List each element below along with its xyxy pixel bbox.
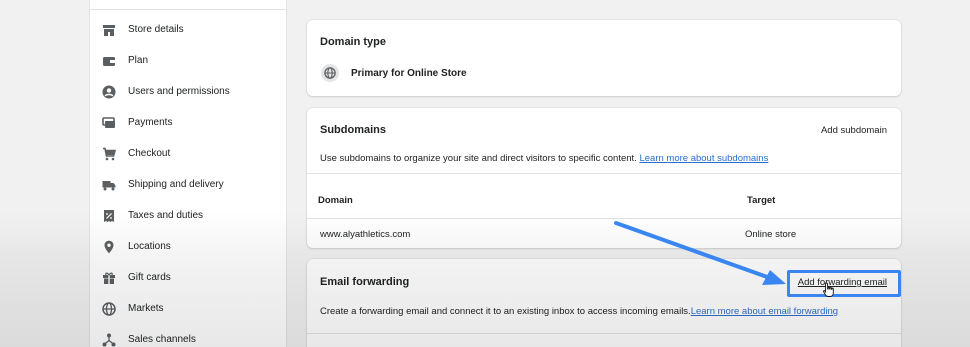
cart-icon <box>103 147 116 160</box>
sidebar-item-taxes-and-duties[interactable]: Taxes and duties <box>90 200 288 231</box>
sidebar-item-checkout[interactable]: Checkout <box>90 138 288 169</box>
sidebar-item-label: Markets <box>128 303 164 314</box>
domain-type-value: Primary for Online Store <box>351 68 467 79</box>
sidebar-item-label: Payments <box>128 117 173 128</box>
subdomains-table-header: Domain Target <box>307 173 901 220</box>
sidebar-item-label: Gift cards <box>128 272 171 283</box>
sidebar-item-label: Locations <box>128 241 171 252</box>
globe-icon <box>324 67 336 79</box>
sidebar-divider <box>90 9 286 10</box>
subdomains-description-text: Use subdomains to organize your site and… <box>320 153 637 164</box>
add-subdomain-button[interactable]: Add subdomain <box>821 125 887 136</box>
card-divider <box>307 333 901 334</box>
subdomains-description: Use subdomains to organize your site and… <box>320 153 768 164</box>
store-icon <box>103 24 115 36</box>
sidebar-item-label: Plan <box>128 55 149 66</box>
subdomains-card: Subdomains Add subdomain Use subdomains … <box>307 108 901 248</box>
table-row-target: Online store <box>745 229 797 240</box>
column-header-domain: Domain <box>318 195 353 206</box>
channels-icon <box>102 333 116 346</box>
domain-type-card: Domain type Primary for Online Store <box>307 20 901 96</box>
truck-icon <box>102 180 116 190</box>
sidebar-item-label: Checkout <box>128 148 171 159</box>
table-row-domain: www.alyathletics.com <box>320 229 411 240</box>
sidebar-item-label: Store details <box>128 24 184 35</box>
learn-more-subdomains-link[interactable]: Learn more about subdomains <box>639 153 768 164</box>
sidebar-item-sales-channels[interactable]: Sales channels <box>90 324 288 347</box>
domain-globe-badge <box>321 64 339 82</box>
wallet-icon <box>103 56 115 66</box>
sidebar-item-label: Taxes and duties <box>128 210 204 221</box>
gift-icon <box>103 272 115 284</box>
sidebar-item-plan[interactable]: Plan <box>90 45 288 76</box>
percent-icon <box>104 209 114 222</box>
sidebar-item-locations[interactable]: Locations <box>90 231 288 262</box>
domain-type-title: Domain type <box>320 36 387 48</box>
sidebar-item-shipping-and-delivery[interactable]: Shipping and delivery <box>90 169 288 200</box>
settings-sidebar: Store details Plan Users and permissions… <box>89 0 287 347</box>
table-divider <box>307 218 901 219</box>
email-forwarding-title: Email forwarding <box>320 276 410 288</box>
email-forwarding-description-text: Create a forwarding email and connect it… <box>320 306 691 317</box>
globe-icon <box>102 301 116 316</box>
sidebar-item-users-and-permissions[interactable]: Users and permissions <box>90 76 288 107</box>
user-icon <box>102 85 116 98</box>
location-pin-icon <box>104 240 114 253</box>
learn-more-email-forwarding-link[interactable]: Learn more about email forwarding <box>691 306 838 317</box>
sidebar-item-gift-cards[interactable]: Gift cards <box>90 262 288 293</box>
annotation-highlight-box <box>787 270 901 297</box>
sidebar-item-payments[interactable]: Payments <box>90 107 288 138</box>
email-forwarding-description: Create a forwarding email and connect it… <box>320 306 838 317</box>
sidebar-item-label: Shipping and delivery <box>128 179 224 190</box>
payments-icon <box>102 116 115 128</box>
column-header-target: Target <box>747 195 776 206</box>
sidebar-item-label: Users and permissions <box>128 86 230 97</box>
sidebar-item-label: Sales channels <box>128 334 196 345</box>
sidebar-item-store-details[interactable]: Store details <box>90 14 288 45</box>
subdomains-title: Subdomains <box>320 124 387 136</box>
sidebar-item-markets[interactable]: Markets <box>90 293 288 324</box>
